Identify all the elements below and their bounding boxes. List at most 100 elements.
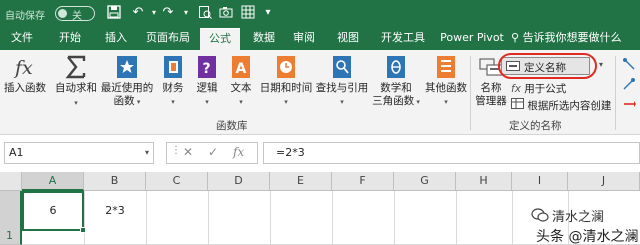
tab-data[interactable]: 数据 — [247, 28, 281, 50]
more-functions-label: 其他函数 — [425, 82, 467, 94]
column-header-d[interactable]: D — [208, 172, 270, 191]
autosum-button[interactable]: 自动求和 ▾ — [54, 54, 98, 110]
redo-dropdown-icon[interactable]: ▾ — [178, 5, 194, 21]
column-header-g[interactable]: G — [394, 172, 456, 191]
row-header-1[interactable]: 1 — [0, 191, 22, 245]
tab-review[interactable]: 审阅 — [287, 28, 321, 50]
lookup-button[interactable]: 查找与引用 ▾ — [314, 54, 370, 109]
gridline — [146, 191, 147, 245]
tab-developer[interactable]: 开发工具 — [375, 28, 431, 50]
chevron-down-icon[interactable]: ▾ — [145, 143, 149, 163]
chevron-down-icon: ▾ — [284, 98, 288, 106]
name-box[interactable]: A1 ▾ — [4, 142, 154, 164]
trace-dependents-icon[interactable] — [622, 77, 636, 91]
column-header-c[interactable]: C — [146, 172, 208, 191]
autosum-label: 自动求和 — [55, 82, 97, 94]
insert-function-label: 插入函数 — [4, 82, 46, 94]
tab-power-pivot[interactable]: Power Pivot — [439, 28, 505, 50]
active-cell-border — [22, 191, 86, 233]
tab-view[interactable]: 视图 — [331, 28, 365, 50]
text-button[interactable]: A 文本 ▾ — [226, 54, 256, 109]
chevron-down-icon: ▾ — [171, 98, 175, 106]
column-header-h[interactable]: H — [456, 172, 512, 191]
lookup-label: 查找与引用 — [315, 82, 369, 94]
tab-insert[interactable]: 插入 — [98, 28, 134, 50]
financial-label: 财务 — [162, 82, 184, 94]
svg-text:fx: fx — [13, 57, 33, 79]
customize-qat-icon[interactable]: ▾ — [260, 5, 276, 21]
ribbon-tabs: 文件 开始 插入 页面布局 公式 数据 审阅 视图 开发工具 Power Piv… — [0, 28, 640, 50]
math-label-2: 三角函数 — [372, 95, 415, 107]
datetime-button[interactable]: 日期和时间 ▾ — [258, 54, 314, 109]
save-icon[interactable] — [106, 5, 122, 21]
trace-precedents-icon[interactable] — [622, 57, 636, 71]
gridline — [84, 191, 85, 245]
financial-book-icon — [164, 56, 182, 78]
fill-handle[interactable] — [80, 227, 86, 233]
recently-used-button[interactable]: 最近使用的 函数 ▾ — [98, 54, 156, 109]
gridline — [208, 191, 209, 245]
more-dots-icon: ⋮ — [171, 145, 181, 156]
column-header-a[interactable]: A — [22, 172, 84, 191]
formula-buttons: ⋮ ✕ ✓ fx — [166, 142, 258, 164]
formula-input[interactable]: =2*3 — [263, 142, 640, 164]
wechat-icon — [531, 208, 549, 222]
tab-file[interactable]: 文件 — [4, 28, 40, 50]
remove-arrows-icon[interactable] — [622, 97, 636, 111]
more-functions-button[interactable]: 其他函数 ▾ — [424, 54, 468, 109]
use-in-formula-label: 用于公式 — [524, 83, 567, 95]
logical-label: 逻辑 — [196, 82, 218, 94]
cancel-icon[interactable]: ✕ — [183, 145, 193, 159]
formula-bar: A1 ▾ ⋮ ✕ ✓ fx =2*3 — [0, 142, 640, 166]
datetime-label: 日期和时间 — [259, 82, 313, 94]
chevron-down-icon[interactable]: ▾ — [599, 60, 603, 69]
use-in-formula-button[interactable]: fx 用于公式 — [511, 81, 566, 96]
function-library-group-label: 函数库 — [216, 120, 248, 132]
group-divider — [470, 56, 471, 130]
logical-book-icon: ? — [198, 56, 216, 78]
enter-icon[interactable]: ✓ — [208, 145, 218, 159]
select-all-corner[interactable] — [0, 172, 22, 191]
tab-home[interactable]: 开始 — [52, 28, 88, 50]
svg-text:A: A — [236, 61, 247, 77]
column-header-i[interactable]: I — [512, 172, 568, 191]
sigma-icon — [65, 55, 86, 79]
redo-icon[interactable]: ↷ — [160, 5, 176, 21]
lightbulb-icon: ⚲ — [511, 31, 520, 44]
math-label-1: 数学和 — [380, 82, 412, 94]
tab-page-layout[interactable]: 页面布局 — [140, 28, 196, 50]
autosave-toggle[interactable]: 关 — [55, 6, 95, 22]
tell-me-box[interactable]: ⚲ 告诉我你想要做什么 — [511, 28, 622, 50]
insert-function-button[interactable]: fx 插入函数 — [2, 54, 48, 95]
chevron-down-icon: ▾ — [444, 98, 448, 106]
autosave-label: 自动保存 — [5, 11, 45, 22]
logical-button[interactable]: ? 逻辑 ▾ — [192, 54, 222, 109]
name-manager-label-2: 管理器 — [475, 95, 507, 107]
column-header-f[interactable]: F — [332, 172, 394, 191]
text-label: 文本 — [230, 82, 252, 94]
math-trig-button[interactable]: 数学和 三角函数 ▾ — [370, 54, 422, 109]
undo-icon[interactable]: ↶ — [130, 5, 146, 21]
grid-icon[interactable] — [240, 5, 256, 21]
row-number: 1 — [6, 229, 13, 242]
column-header-e[interactable]: E — [270, 172, 332, 191]
watermark-source: 头条 @清水之澜 — [536, 229, 639, 245]
tab-formulas[interactable]: 公式 — [200, 28, 240, 50]
tell-me-text: 告诉我你想要做什么 — [522, 31, 622, 44]
chevron-down-icon: ▾ — [205, 98, 209, 106]
highlight-circle — [498, 53, 597, 79]
more-functions-icon — [437, 56, 455, 78]
svg-text:?: ? — [203, 61, 211, 77]
camera-icon[interactable] — [218, 5, 234, 21]
insert-function-icon[interactable]: fx — [233, 145, 244, 159]
fx-icon: fx — [13, 57, 33, 79]
column-header-j[interactable]: J — [568, 172, 640, 191]
cell-b1[interactable]: 2*3 — [86, 191, 144, 231]
name-manager-label-1: 名称 — [480, 82, 502, 94]
text-book-icon: A — [232, 56, 250, 78]
star-book-icon — [117, 56, 137, 78]
financial-button[interactable]: 财务 ▾ — [158, 54, 188, 109]
create-from-selection-button[interactable]: 根据所选内容创建 — [511, 98, 611, 113]
column-header-b[interactable]: B — [84, 172, 146, 191]
print-preview-icon[interactable] — [197, 5, 213, 21]
